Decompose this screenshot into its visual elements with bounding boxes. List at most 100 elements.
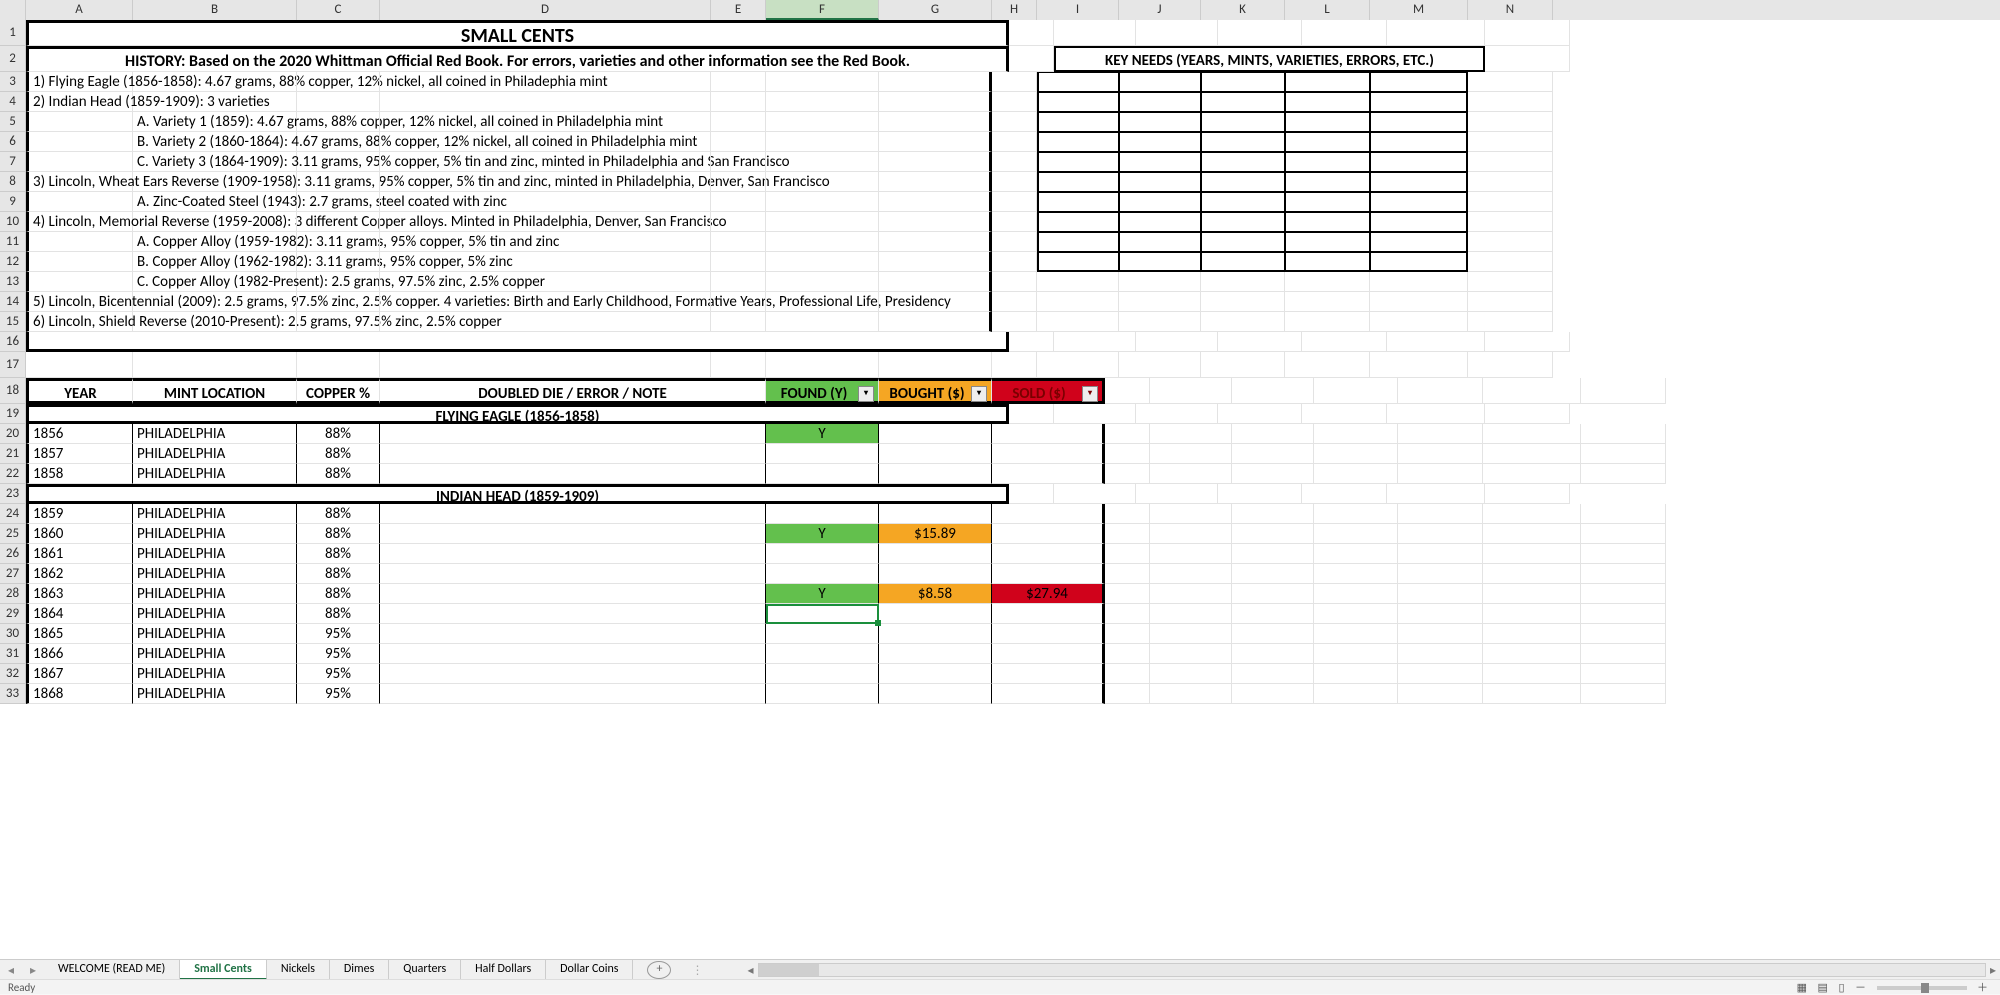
- cell-copper[interactable]: 88%: [297, 464, 380, 484]
- key-needs-header[interactable]: KEY NEEDS (YEARS, MINTS, VARIETIES, ERRO…: [1054, 46, 1485, 72]
- key-needs-cell[interactable]: [1037, 172, 1119, 192]
- col-D[interactable]: D: [380, 0, 711, 20]
- cell-note[interactable]: [380, 604, 766, 624]
- hdr-mint[interactable]: MINT LOCATION: [133, 378, 297, 404]
- key-needs-cell[interactable]: [1119, 252, 1201, 272]
- cell-sold[interactable]: [992, 464, 1105, 484]
- select-all-corner[interactable]: [0, 0, 26, 20]
- cell-found[interactable]: [766, 664, 879, 684]
- key-needs-cell[interactable]: [1037, 92, 1119, 112]
- cell-copper[interactable]: 88%: [297, 564, 380, 584]
- cell-found[interactable]: Y: [766, 524, 879, 544]
- cell-bought[interactable]: [879, 564, 992, 584]
- cell-copper[interactable]: 88%: [297, 524, 380, 544]
- key-needs-cell[interactable]: [1119, 92, 1201, 112]
- cell-mint[interactable]: PHILADELPHIA: [133, 464, 297, 484]
- sheet-tab[interactable]: Dollar Coins: [546, 960, 633, 980]
- cell-found[interactable]: [766, 504, 879, 524]
- cell-mint[interactable]: PHILADELPHIA: [133, 684, 297, 704]
- sheet-tab[interactable]: Half Dollars: [461, 960, 546, 980]
- sheet-tab[interactable]: Quarters: [389, 960, 461, 980]
- sheet-tab[interactable]: Nickels: [267, 960, 330, 980]
- key-needs-cell[interactable]: [1201, 152, 1285, 172]
- row-header[interactable]: 9: [0, 192, 26, 212]
- cell-sold[interactable]: [992, 544, 1105, 564]
- key-needs-cell[interactable]: [1119, 232, 1201, 252]
- cell-copper[interactable]: 95%: [297, 644, 380, 664]
- cell-year[interactable]: 1868: [26, 684, 133, 704]
- cell-found[interactable]: [766, 604, 879, 624]
- row-header[interactable]: 19: [0, 404, 26, 424]
- col-H[interactable]: H: [992, 0, 1037, 20]
- cell-mint[interactable]: PHILADELPHIA: [133, 624, 297, 644]
- cell-bought[interactable]: [879, 464, 992, 484]
- row-header[interactable]: 6: [0, 132, 26, 152]
- col-N[interactable]: N: [1468, 0, 1553, 20]
- col-I[interactable]: I: [1037, 0, 1119, 20]
- cell-copper[interactable]: 88%: [297, 604, 380, 624]
- cell-found[interactable]: [766, 684, 879, 704]
- sheet-tab[interactable]: Dimes: [330, 960, 389, 980]
- sheet-tab[interactable]: Small Cents: [180, 960, 267, 980]
- col-K[interactable]: K: [1201, 0, 1285, 20]
- col-G[interactable]: G: [879, 0, 992, 20]
- row-header[interactable]: 25: [0, 524, 26, 544]
- cell-found[interactable]: [766, 624, 879, 644]
- row-header[interactable]: 26: [0, 544, 26, 564]
- cell-year[interactable]: 1867: [26, 664, 133, 684]
- hdr-copper[interactable]: COPPER %: [297, 378, 380, 404]
- cell-copper[interactable]: 88%: [297, 544, 380, 564]
- cell-bought[interactable]: $8.58: [879, 584, 992, 604]
- key-needs-cell[interactable]: [1370, 112, 1468, 132]
- key-needs-cell[interactable]: [1285, 252, 1370, 272]
- cell-year[interactable]: 1860: [26, 524, 133, 544]
- cell-year[interactable]: 1862: [26, 564, 133, 584]
- cell-copper[interactable]: 88%: [297, 504, 380, 524]
- key-needs-cell[interactable]: [1285, 72, 1370, 92]
- cell-bought[interactable]: [879, 424, 992, 444]
- cell-year[interactable]: 1863: [26, 584, 133, 604]
- cell-year[interactable]: 1865: [26, 624, 133, 644]
- filter-icon[interactable]: ▾: [971, 386, 987, 402]
- cell-found[interactable]: [766, 444, 879, 464]
- zoom-out-icon[interactable]: －: [1855, 979, 1866, 995]
- cell-year[interactable]: 1864: [26, 604, 133, 624]
- key-needs-cell[interactable]: [1370, 152, 1468, 172]
- cell-mint[interactable]: PHILADELPHIA: [133, 524, 297, 544]
- hdr-sold[interactable]: SOLD ($)▾: [992, 378, 1105, 404]
- col-E[interactable]: E: [711, 0, 766, 20]
- row-header[interactable]: 13: [0, 272, 26, 292]
- cell-sold[interactable]: [992, 564, 1105, 584]
- zoom-in-icon[interactable]: ＋: [1977, 979, 1988, 995]
- row-header[interactable]: 16: [0, 332, 26, 352]
- cell-copper[interactable]: 88%: [297, 424, 380, 444]
- key-needs-cell[interactable]: [1370, 232, 1468, 252]
- row-header[interactable]: 10: [0, 212, 26, 232]
- row-header[interactable]: 11: [0, 232, 26, 252]
- key-needs-cell[interactable]: [1037, 232, 1119, 252]
- cell-sold[interactable]: [992, 644, 1105, 664]
- cell-note[interactable]: [380, 584, 766, 604]
- key-needs-cell[interactable]: [1201, 232, 1285, 252]
- cell-sold[interactable]: [992, 524, 1105, 544]
- cell-mint[interactable]: PHILADELPHIA: [133, 504, 297, 524]
- section-title[interactable]: INDIAN HEAD (1859-1909): [26, 484, 1009, 504]
- cell-note[interactable]: [380, 664, 766, 684]
- filter-icon[interactable]: ▾: [1082, 386, 1098, 402]
- cell-copper[interactable]: 88%: [297, 584, 380, 604]
- row-header[interactable]: 18: [0, 378, 26, 404]
- row-header[interactable]: 20: [0, 424, 26, 444]
- cell-mint[interactable]: PHILADELPHIA: [133, 544, 297, 564]
- cell-bought[interactable]: [879, 644, 992, 664]
- tab-nav-next[interactable]: ▸: [22, 963, 44, 978]
- row-header[interactable]: 32: [0, 664, 26, 684]
- sheet-tab[interactable]: WELCOME (READ ME): [44, 960, 180, 980]
- key-needs-cell[interactable]: [1037, 72, 1119, 92]
- col-L[interactable]: L: [1285, 0, 1370, 20]
- cell-bought[interactable]: [879, 504, 992, 524]
- cell-note[interactable]: [380, 504, 766, 524]
- key-needs-cell[interactable]: [1119, 212, 1201, 232]
- column-headers[interactable]: A B C D E F G H I J K L M N: [0, 0, 2000, 21]
- cell-year[interactable]: 1856: [26, 424, 133, 444]
- cell-found[interactable]: [766, 464, 879, 484]
